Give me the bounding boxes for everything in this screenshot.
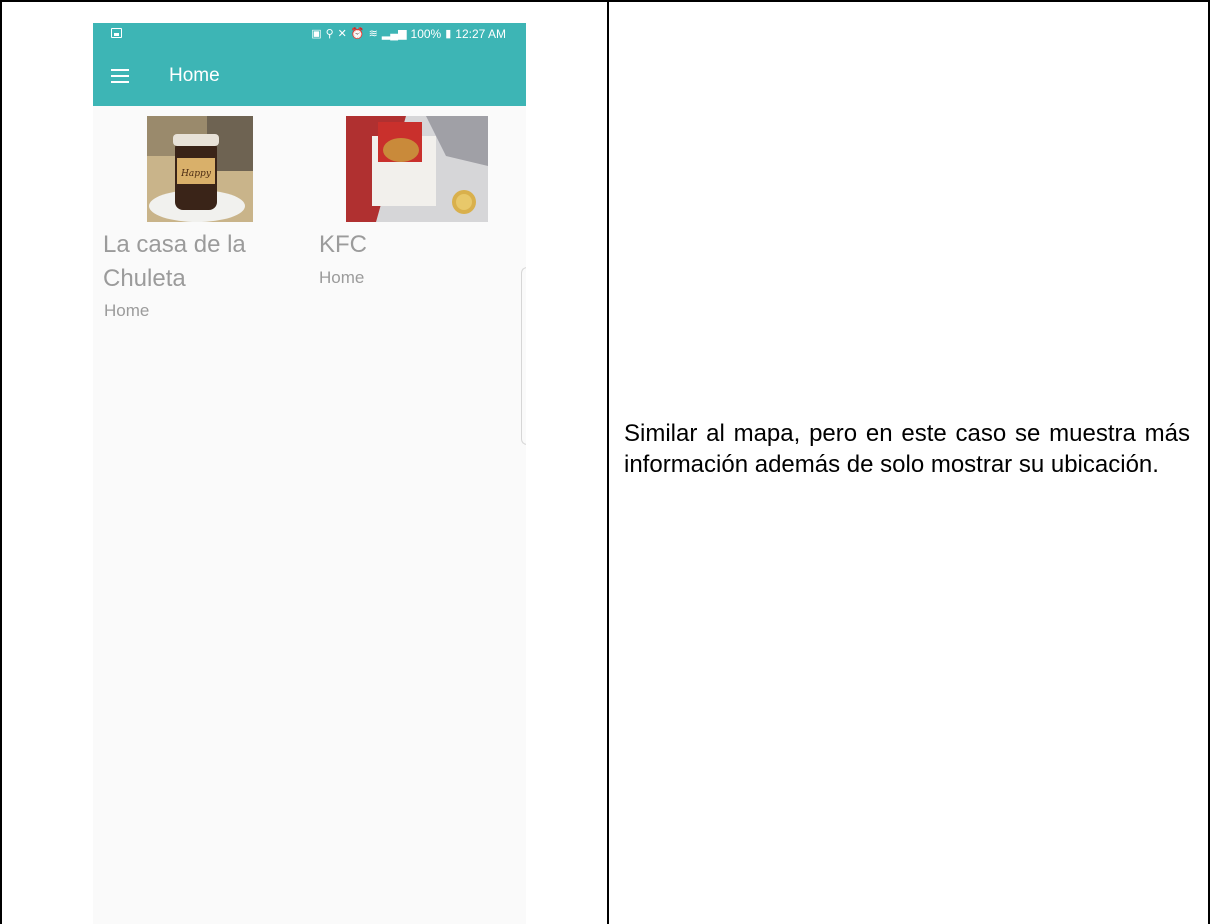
toolbar-title: Home [169,65,220,86]
scroll-edge-indicator [521,267,526,445]
restaurant-category: Home [319,268,365,287]
location-icon: ⚲ [325,28,334,40]
sim-icon: ▣ [311,28,322,40]
image-icon [111,28,122,38]
hamburger-menu-icon[interactable] [111,69,129,83]
app-toolbar: Home [93,45,526,106]
restaurant-photo: Happy [147,116,253,222]
restaurant-name: KFC [319,231,367,258]
restaurant-category: Home [104,301,150,320]
phone-screenshot: ▣ ⚲ ✕ ⏰ ≋ ▂▄▆ 100% ▮ 12:27 AM Home Happy… [93,23,526,924]
status-time: 12:27 AM [455,27,506,41]
table-column-divider [607,0,609,924]
signal-icon: ▂▄▆ [381,28,407,40]
status-bar: ▣ ⚲ ✕ ⏰ ≋ ▂▄▆ 100% ▮ 12:27 AM [93,23,526,45]
battery-percent: 100% [410,27,442,41]
wifi-icon: ≋ [368,28,378,40]
restaurant-photo [346,116,488,222]
description-text: Similar al mapa, pero en este caso se mu… [624,420,1190,478]
battery-icon: ▮ [445,28,452,40]
svg-text:Happy: Happy [180,169,212,179]
mute-icon: ✕ [337,28,347,40]
alarm-icon: ⏰ [350,28,365,40]
status-icons: ▣ ⚲ ✕ ⏰ ≋ ▂▄▆ 100% ▮ 12:27 AM [311,27,506,41]
restaurant-name: La casa de la Chuleta [103,231,246,292]
